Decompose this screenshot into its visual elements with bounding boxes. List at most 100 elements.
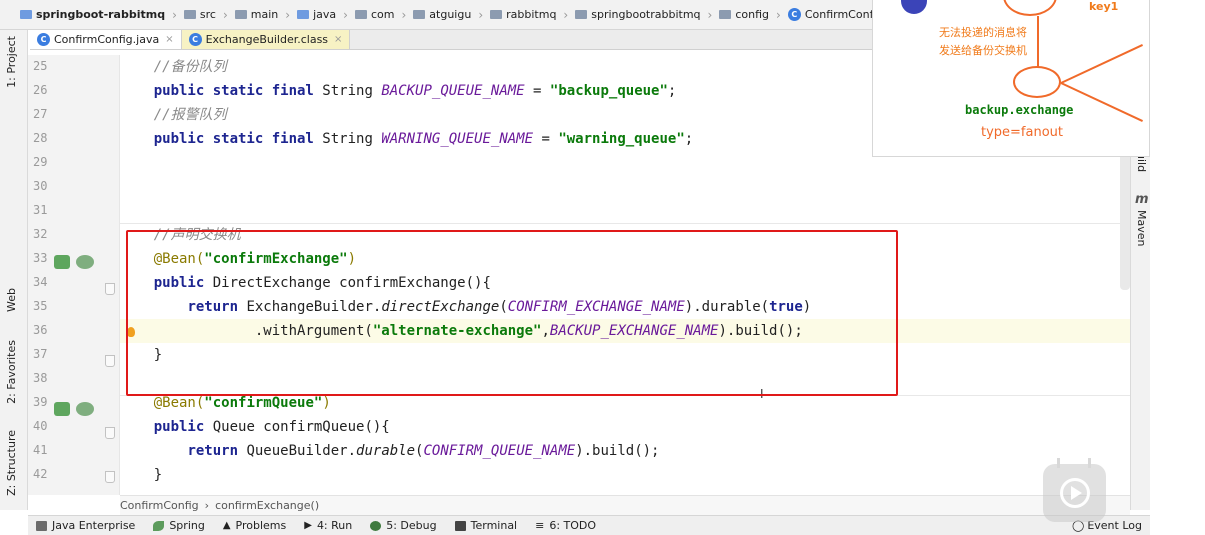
breadcrumb-separator: ›: [563, 7, 569, 22]
line-number: 33: [33, 251, 48, 265]
status-bar: Java Enterprise Spring ▲ Problems ▶ 4: Run…: [28, 515, 1150, 535]
fold-marker-icon[interactable]: [105, 427, 115, 439]
left-tool-strip: 1: Project Web 2: Favorites Z: Structure: [0, 30, 28, 510]
line-number: 28: [33, 131, 48, 145]
close-icon[interactable]: ×: [165, 34, 173, 45]
crumb-separator: ›: [204, 499, 210, 512]
bean-icon[interactable]: [54, 255, 70, 269]
statusbar-spring[interactable]: Spring: [153, 519, 205, 532]
breadcrumb-item-project[interactable]: springboot-rabbitmq: [20, 8, 165, 21]
lightbulb-icon[interactable]: [127, 327, 135, 337]
play-icon: [1059, 478, 1090, 508]
fold-marker-icon[interactable]: [105, 471, 115, 483]
statusbar-terminal[interactable]: Terminal: [454, 519, 517, 532]
bean-icon[interactable]: [54, 402, 70, 416]
tool-web[interactable]: Web: [5, 288, 18, 312]
backup-exchange-label: backup.exchange: [965, 103, 1074, 117]
tool-favorites[interactable]: 2: Favorites: [5, 340, 18, 404]
code-line: //声明交换机: [153, 227, 241, 243]
backup-exchange-node: [1013, 66, 1061, 98]
breadcrumb-separator: ›: [478, 7, 484, 22]
java-enterprise-icon: [36, 520, 47, 531]
spring-bean-icon[interactable]: [76, 402, 94, 416]
tab-exchangebuilder[interactable]: C ExchangeBuilder.class ×: [181, 30, 351, 49]
crumb-class[interactable]: ConfirmConfig: [120, 499, 199, 512]
folder-icon: [234, 10, 247, 19]
statusbar-debug[interactable]: 5: Debug: [370, 519, 437, 532]
breadcrumb-item-confirmconfig[interactable]: C ConfirmConfig: [787, 8, 883, 21]
breadcrumb-item-springbootrabbitmq[interactable]: springbootrabbitmq: [575, 8, 701, 21]
package-icon: [413, 10, 426, 19]
right-tool-strip: uild m Maven: [1130, 150, 1150, 510]
breadcrumb-separator: ›: [222, 7, 228, 22]
producer-node: [901, 0, 927, 14]
line-number: 26: [33, 83, 48, 97]
routing-key-label: key1: [1089, 0, 1119, 13]
line-number: 27: [33, 107, 48, 121]
editor-gutter[interactable]: 25 26 27 28 29 30 31 32 33 34 35 36 37 3…: [28, 55, 120, 495]
breadcrumb-item-src[interactable]: src: [183, 8, 216, 21]
statusbar-java-enterprise[interactable]: Java Enterprise: [36, 519, 135, 532]
connector-line: [1060, 44, 1143, 84]
text-cursor-icon: I: [760, 387, 764, 401]
breadcrumb-separator: ›: [707, 7, 713, 22]
code-line: public DirectExchange confirmExchange(){: [153, 275, 491, 291]
statusbar-problems[interactable]: ▲ Problems: [223, 519, 286, 532]
tool-project[interactable]: 1: Project: [5, 36, 18, 88]
line-number: 37: [33, 347, 48, 361]
fold-marker-icon[interactable]: [105, 283, 115, 295]
tool-structure[interactable]: Z: Structure: [5, 430, 18, 496]
code-line: return ExchangeBuilder.directExchange(CO…: [187, 299, 812, 315]
breadcrumb-item-config[interactable]: config: [719, 8, 769, 21]
tab-confirmconfig[interactable]: C ConfirmConfig.java ×: [30, 30, 182, 49]
breadcrumb-separator: ›: [776, 7, 781, 22]
code-line: return QueueBuilder.durable(CONFIRM_QUEU…: [187, 443, 660, 459]
code-line: }: [153, 467, 163, 483]
line-number: 34: [33, 275, 48, 289]
code-line: public Queue confirmQueue(){: [153, 419, 390, 435]
video-play-button[interactable]: [1043, 458, 1106, 522]
run-icon: ▶: [304, 520, 312, 531]
statusbar-todo[interactable]: ≡ 6: TODO: [535, 519, 596, 532]
package-icon: [719, 10, 732, 19]
code-line-current: .withArgument("alternate-exchange",BACKU…: [120, 319, 1130, 343]
class-file-icon: C: [188, 33, 202, 46]
project-folder-icon: [20, 10, 32, 19]
breadcrumb-item-atguigu[interactable]: atguigu: [413, 8, 471, 21]
code-line: @Bean("confirmQueue"): [153, 395, 331, 411]
breadcrumb-item-com[interactable]: com: [354, 8, 394, 21]
breadcrumb-item-main[interactable]: main: [234, 8, 278, 21]
line-number: 30: [33, 179, 48, 193]
tool-maven[interactable]: Maven: [1135, 210, 1148, 246]
package-icon: [490, 10, 503, 19]
crumb-method[interactable]: confirmExchange(): [215, 499, 319, 512]
debug-icon: [370, 520, 382, 531]
line-number: 38: [33, 371, 48, 385]
line-number: 31: [33, 203, 48, 217]
line-number: 41: [33, 443, 48, 457]
source-folder-icon: [297, 10, 310, 19]
breadcrumb-separator: ›: [172, 7, 177, 22]
code-line: }: [153, 347, 163, 363]
maven-icon: m: [1135, 192, 1149, 207]
class-icon: C: [787, 8, 801, 21]
terminal-icon: [454, 520, 466, 531]
line-number: 40: [33, 419, 48, 433]
line-number: 36: [33, 323, 48, 337]
close-icon[interactable]: ×: [334, 34, 342, 45]
statusbar-run[interactable]: ▶ 4: Run: [304, 519, 352, 532]
todo-icon: ≡: [535, 519, 545, 532]
spring-bean-icon[interactable]: [76, 255, 94, 269]
breadcrumb-separator: ›: [343, 7, 348, 22]
line-number: 35: [33, 299, 48, 313]
warning-icon: ▲: [222, 520, 231, 531]
fallback-note-line1: 无法投递的消息将: [939, 26, 1027, 39]
package-icon: [354, 10, 367, 19]
breadcrumb-item-rabbitmq[interactable]: rabbitmq: [490, 8, 556, 21]
line-number: 39: [33, 395, 48, 409]
class-icon: C: [37, 33, 50, 46]
fold-marker-icon[interactable]: [105, 355, 115, 367]
breadcrumb-separator: ›: [401, 7, 407, 22]
diagram-overlay: key1 无法投递的消息将 发送给备份交换机 backup.exchange t…: [872, 0, 1150, 157]
breadcrumb-item-java[interactable]: java: [297, 8, 336, 21]
